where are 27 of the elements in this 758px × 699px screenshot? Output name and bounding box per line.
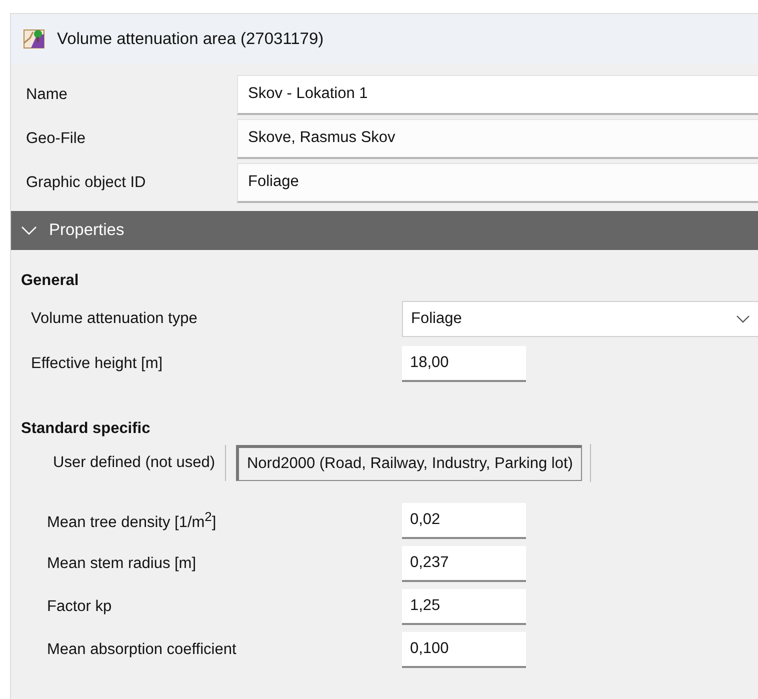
number-field[interactable]: 0,100 [402,632,526,668]
field-label: Mean tree density [1/m$^{2}$] [47,509,218,533]
field-label: Effective height [m] [31,355,164,373]
section-heading: General [20,272,80,290]
text-field[interactable]: Foliage [237,162,758,202]
text-field[interactable]: Skov - Lokation 1 [237,74,758,114]
field-label: Factor kp [47,598,113,616]
field-label: Mean stem radius [m] [47,555,198,573]
field-label: Volume attenuation type [31,310,198,328]
forest-area-icon [23,29,45,49]
chevron-icon [21,226,37,236]
dropdown[interactable]: Foliage [402,301,758,337]
tab[interactable]: User defined (not used) [45,445,226,481]
number-field[interactable]: 1,25 [402,589,526,625]
field-label: Graphic object ID [25,174,147,192]
section-header[interactable]: Properties [11,211,758,250]
tab[interactable]: Nord2000 (Road, Railway, Industry, Parking lot) [236,445,582,481]
field-label: Geo-File [25,130,86,148]
number-field[interactable]: 0,237 [402,546,526,582]
number-field[interactable]: 0,02 [402,503,526,539]
chevron-icon [736,315,750,323]
field-label: Mean absorption coefficient [47,641,238,659]
number-field[interactable]: 18,00 [402,346,526,382]
field-label: Name [25,86,68,104]
window-title: Volume attenuation area (27031179) [57,30,324,48]
section-heading: Standard specific [20,420,152,438]
text-field[interactable]: Skove, Rasmus Skov [237,118,758,158]
